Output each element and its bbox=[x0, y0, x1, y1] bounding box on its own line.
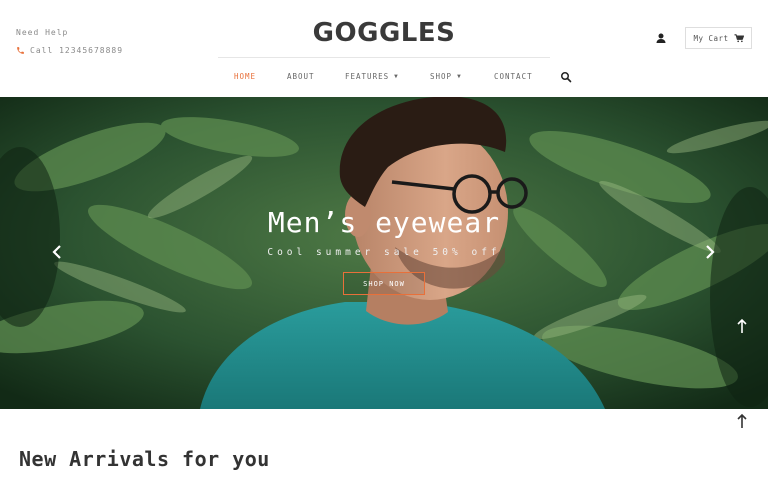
hero-subtitle: Cool summer sale 50% off bbox=[267, 247, 501, 258]
search-icon[interactable] bbox=[560, 71, 572, 83]
main-nav: HOME ABOUT FEATURES ▼ SHOP ▼ CONTACT bbox=[218, 68, 578, 86]
phone-contact[interactable]: Call 12345678889 bbox=[16, 46, 123, 55]
arrow-up-icon[interactable] bbox=[736, 318, 748, 334]
chevron-right-icon[interactable] bbox=[704, 245, 716, 259]
arrow-up-icon[interactable] bbox=[736, 413, 748, 429]
need-help-label: Need Help bbox=[16, 28, 69, 37]
header-divider bbox=[218, 57, 550, 58]
chevron-left-icon[interactable] bbox=[51, 245, 63, 259]
nav-item-home[interactable]: HOME bbox=[234, 68, 256, 86]
phone-label: Call 12345678889 bbox=[30, 46, 124, 55]
nav-item-label: FEATURES bbox=[345, 72, 390, 81]
nav-item-label: CONTACT bbox=[494, 72, 533, 81]
nav-item-label: SHOP bbox=[430, 72, 453, 81]
cart-button[interactable]: My Cart bbox=[685, 27, 752, 49]
user-icon[interactable] bbox=[655, 32, 667, 44]
nav-item-contact[interactable]: CONTACT bbox=[494, 68, 533, 86]
cart-icon bbox=[734, 33, 744, 42]
nav-item-about[interactable]: ABOUT bbox=[287, 68, 315, 86]
chevron-down-icon: ▼ bbox=[457, 73, 462, 80]
cart-label: My Cart bbox=[693, 33, 729, 43]
shop-now-button[interactable]: SHOP NOW bbox=[343, 272, 425, 295]
site-header: Need Help Call 12345678889 GOGGLES HOME … bbox=[0, 0, 768, 97]
hero-slider: Men’s eyewear Cool summer sale 50% off S… bbox=[0, 97, 768, 409]
chevron-down-icon: ▼ bbox=[394, 73, 399, 80]
phone-icon bbox=[17, 47, 24, 54]
nav-item-shop[interactable]: SHOP ▼ bbox=[430, 68, 462, 86]
nav-item-label: ABOUT bbox=[287, 72, 315, 81]
new-arrivals-heading: New Arrivals for you bbox=[19, 447, 270, 471]
hero-title: Men’s eyewear bbox=[267, 206, 501, 239]
nav-item-label: HOME bbox=[234, 72, 257, 81]
nav-item-features[interactable]: FEATURES ▼ bbox=[345, 68, 399, 86]
site-logo[interactable]: GOGGLES bbox=[312, 18, 456, 48]
